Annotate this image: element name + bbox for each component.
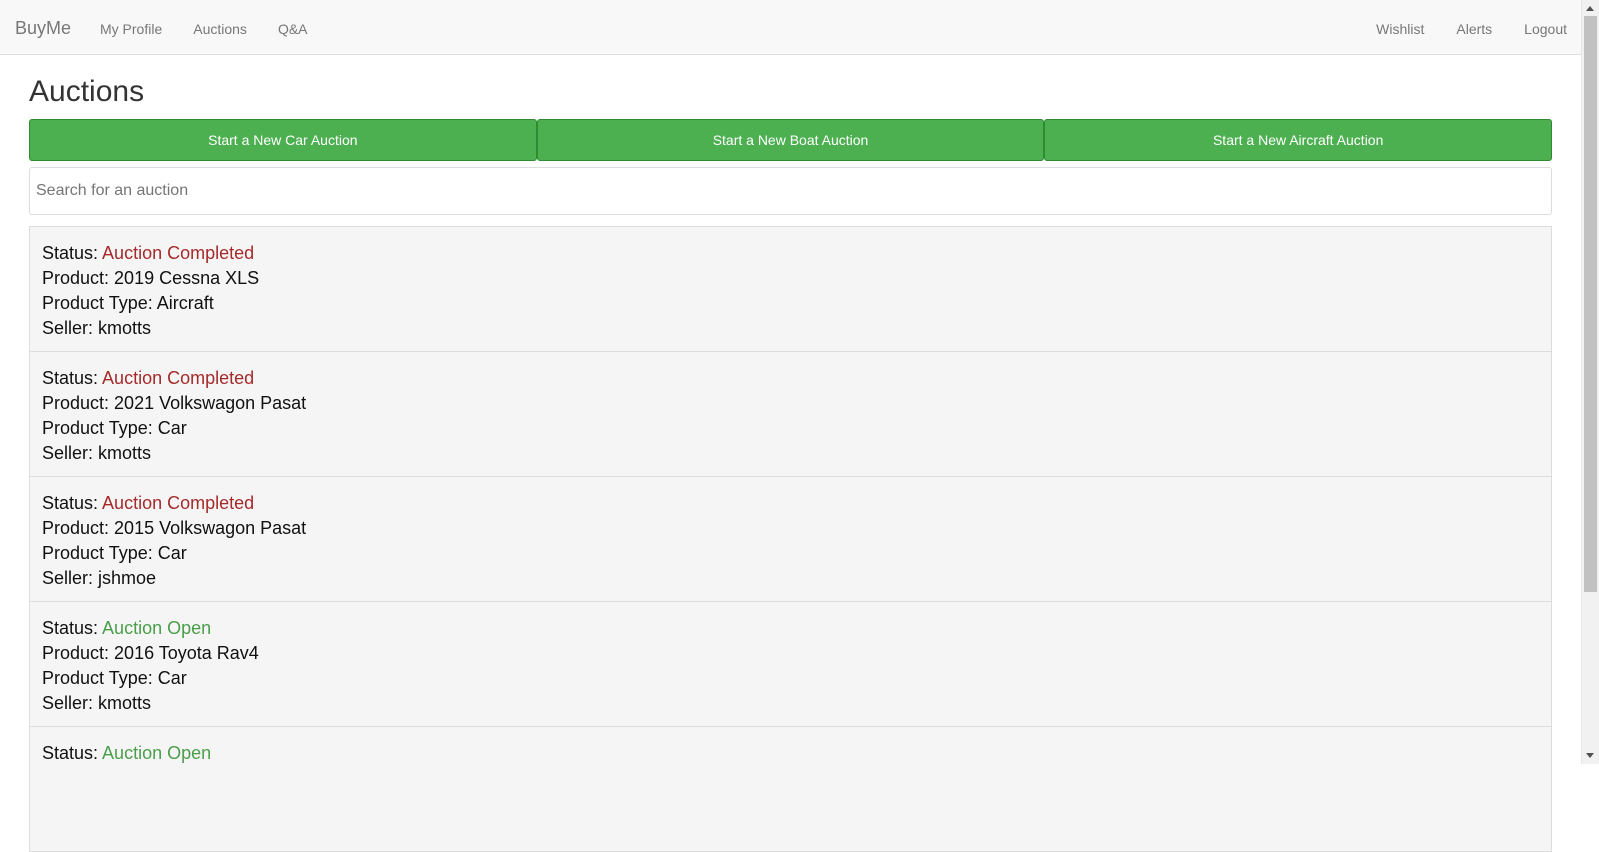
- status-line: Status: Auction Open: [42, 741, 1539, 766]
- product-type-value: Car: [157, 543, 187, 563]
- auction-list-item[interactable]: Status: Auction Completed Product: 2019 …: [30, 227, 1551, 352]
- product-line: Product: 2019 Cessna XLS: [42, 266, 1539, 291]
- product-type-line: Product Type: Car: [42, 416, 1539, 441]
- nav-alerts[interactable]: Alerts: [1456, 21, 1492, 37]
- status-label: Status:: [42, 618, 103, 638]
- auction-list-item[interactable]: Status: Auction Open: [30, 727, 1551, 852]
- seller-label: Seller:: [42, 318, 99, 338]
- start-car-auction-button[interactable]: Start a New Car Auction: [29, 119, 537, 161]
- scroll-up-arrow-icon[interactable]: [1586, 6, 1594, 11]
- product-type-value: Car: [157, 668, 187, 688]
- status-label: Status:: [42, 743, 103, 763]
- status-value: Auction Completed: [102, 493, 255, 513]
- status-line: Status: Auction Open: [42, 616, 1539, 641]
- auction-list-item[interactable]: Status: Auction Completed Product: 2015 …: [30, 477, 1551, 602]
- product-type-label: Product Type:: [42, 293, 157, 313]
- product-value: 2016 Toyota Rav4: [114, 643, 259, 663]
- auction-button-row: Start a New Car Auction Start a New Boat…: [29, 119, 1553, 161]
- product-type-value: Aircraft: [156, 293, 214, 313]
- seller-value: kmotts: [98, 318, 152, 338]
- status-line: Status: Auction Completed: [42, 241, 1539, 266]
- seller-value: kmotts: [98, 443, 152, 463]
- product-type-label: Product Type:: [42, 668, 158, 688]
- start-boat-auction-button[interactable]: Start a New Boat Auction: [536, 119, 1045, 161]
- seller-value: kmotts: [98, 693, 152, 713]
- navbar: BuyMe My Profile Auctions Q&A Wishlist A…: [0, 0, 1581, 55]
- product-label: Product:: [42, 518, 115, 538]
- product-label: Product:: [42, 268, 115, 288]
- nav-wishlist[interactable]: Wishlist: [1376, 21, 1424, 37]
- product-value: 2015 Volkswagon Pasat: [114, 518, 307, 538]
- product-type-line: Product Type: Car: [42, 666, 1539, 691]
- scrollbar-thumb[interactable]: [1584, 16, 1597, 592]
- status-value: Auction Completed: [102, 368, 255, 388]
- seller-line: Seller: kmotts: [42, 316, 1539, 341]
- seller-label: Seller:: [42, 568, 99, 588]
- auction-list-item[interactable]: Status: Auction Completed Product: 2021 …: [30, 352, 1551, 477]
- search-input[interactable]: [29, 167, 1552, 215]
- scroll-down-arrow-icon[interactable]: [1586, 753, 1594, 758]
- nav-right: Wishlist Alerts Logout: [1344, 21, 1567, 37]
- nav-my-profile[interactable]: My Profile: [100, 21, 162, 37]
- product-type-line: Product Type: Aircraft: [42, 291, 1539, 316]
- seller-value: jshmoe: [98, 568, 157, 588]
- seller-label: Seller:: [42, 693, 99, 713]
- product-type-label: Product Type:: [42, 418, 158, 438]
- nav-auctions[interactable]: Auctions: [193, 21, 247, 37]
- seller-label: Seller:: [42, 443, 99, 463]
- auction-list-item[interactable]: Status: Auction Open Product: 2016 Toyot…: [30, 602, 1551, 727]
- status-value: Auction Completed: [102, 243, 255, 263]
- product-label: Product:: [42, 643, 115, 663]
- status-value: Auction Open: [102, 618, 212, 638]
- product-label: Product:: [42, 393, 115, 413]
- nav-qa[interactable]: Q&A: [278, 21, 308, 37]
- status-label: Status:: [42, 493, 103, 513]
- product-line: Product: 2015 Volkswagon Pasat: [42, 516, 1539, 541]
- status-label: Status:: [42, 368, 103, 388]
- status-line: Status: Auction Completed: [42, 366, 1539, 391]
- product-line: Product: 2021 Volkswagon Pasat: [42, 391, 1539, 416]
- nav-logout[interactable]: Logout: [1524, 21, 1567, 37]
- product-type-line: Product Type: Car: [42, 541, 1539, 566]
- seller-line: Seller: jshmoe: [42, 566, 1539, 591]
- start-aircraft-auction-button[interactable]: Start a New Aircraft Auction: [1044, 119, 1553, 161]
- page-scrollbar[interactable]: [1581, 0, 1599, 764]
- status-line: Status: Auction Completed: [42, 491, 1539, 516]
- brand-link[interactable]: BuyMe: [15, 18, 71, 39]
- product-value: 2021 Volkswagon Pasat: [114, 393, 307, 413]
- auction-list: Status: Auction Completed Product: 2019 …: [29, 226, 1552, 852]
- product-value: 2019 Cessna XLS: [114, 268, 260, 288]
- product-type-label: Product Type:: [42, 543, 158, 563]
- seller-line: Seller: kmotts: [42, 441, 1539, 466]
- nav-left: My Profile Auctions Q&A: [100, 21, 339, 37]
- page-title: Auctions: [29, 75, 145, 108]
- status-value: Auction Open: [102, 743, 212, 763]
- product-type-value: Car: [157, 418, 187, 438]
- product-line: Product: 2016 Toyota Rav4: [42, 641, 1539, 666]
- status-label: Status:: [42, 243, 103, 263]
- seller-line: Seller: kmotts: [42, 691, 1539, 716]
